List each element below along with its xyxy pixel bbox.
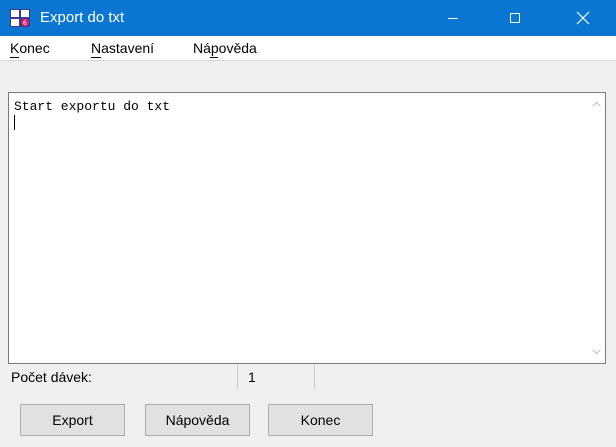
close-window-button[interactable] — [560, 0, 606, 36]
menu-napoveda-label: Nápověda — [193, 40, 257, 56]
menu-napoveda[interactable]: Nápověda — [193, 40, 257, 58]
minimize-icon — [448, 18, 458, 19]
help-button-label: Nápověda — [165, 412, 230, 428]
title-bar: 6 Export do txt — [0, 0, 616, 36]
svg-text:6: 6 — [23, 20, 27, 27]
status-bar: Počet dávek: 1 — [8, 365, 606, 389]
log-text: Start exportu do txt — [14, 99, 171, 114]
close-button-label: Konec — [300, 412, 341, 428]
window-title: Export do txt — [40, 9, 125, 26]
maximize-button[interactable] — [492, 0, 538, 36]
menu-nastaveni[interactable]: Nastavení — [91, 40, 155, 58]
menu-konec-mnemonic — [10, 57, 19, 58]
status-cell-value: 1 — [238, 365, 315, 389]
text-caret — [14, 115, 15, 130]
scroll-down-icon[interactable] — [591, 346, 602, 357]
export-button-label: Export — [52, 412, 93, 428]
status-value: 1 — [248, 369, 256, 385]
status-label: Počet dávek: — [11, 369, 92, 385]
export-log-textarea[interactable]: Start exportu do txt — [8, 92, 606, 364]
menu-konec-label: Konec — [10, 40, 50, 56]
help-button[interactable]: Nápověda — [145, 404, 250, 436]
maximize-icon — [510, 13, 520, 23]
close-button[interactable]: Konec — [268, 404, 373, 436]
status-cell-label: Počet dávek: — [8, 365, 238, 389]
menu-konec[interactable]: Konec — [10, 40, 50, 58]
close-icon — [576, 11, 590, 25]
menu-napoveda-mnemonic — [210, 57, 218, 58]
app-icon: 6 — [10, 9, 30, 27]
menu-nastaveni-mnemonic — [91, 57, 101, 58]
menu-bar: Konec Nastavení Nápověda — [0, 36, 616, 61]
export-button[interactable]: Export — [20, 404, 125, 436]
scroll-up-icon[interactable] — [591, 99, 602, 110]
menu-nastaveni-label: Nastavení — [91, 40, 155, 56]
minimize-button[interactable] — [430, 0, 476, 36]
vertical-scrollbar[interactable] — [588, 93, 605, 363]
